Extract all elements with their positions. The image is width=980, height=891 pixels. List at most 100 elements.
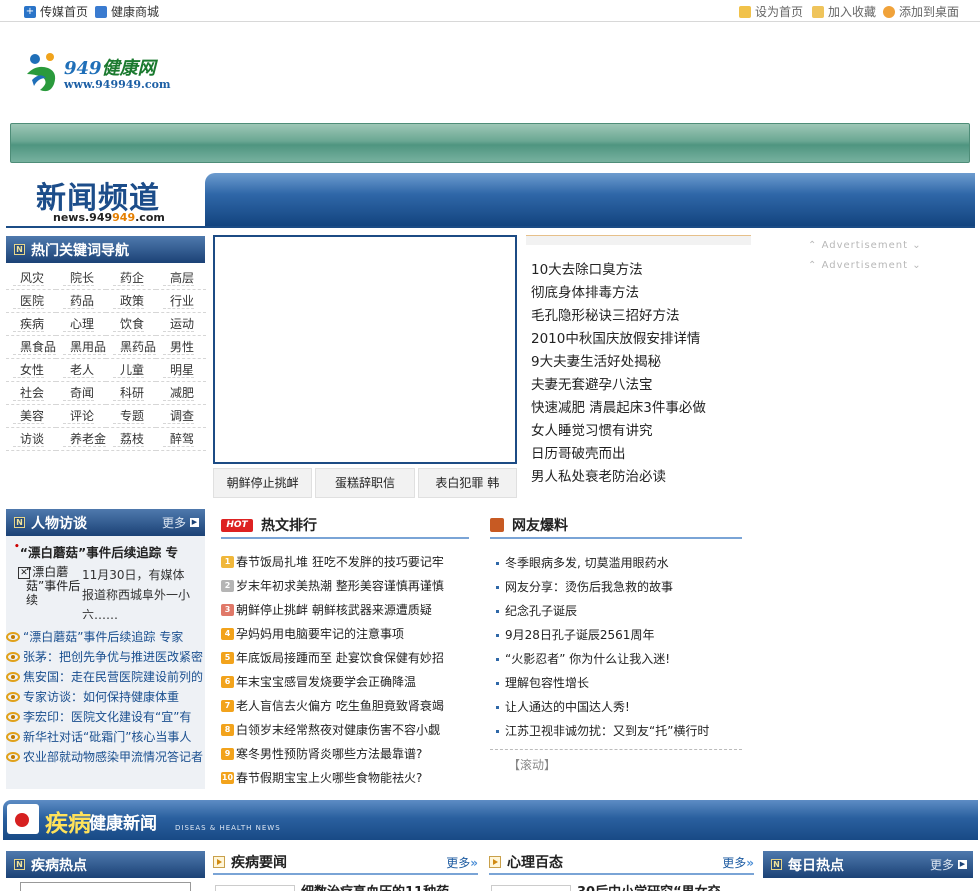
- keyword-link-text: 饮食: [113, 317, 145, 332]
- scroll-link[interactable]: 【滚动】: [508, 756, 742, 773]
- headline-item[interactable]: 日历哥破壳而出: [526, 443, 751, 466]
- people-list-item[interactable]: 专家访谈：如何保持健康体重: [6, 687, 205, 707]
- headline-item-text: 日历哥破壳而出: [531, 446, 626, 462]
- keyword-link[interactable]: 老人: [56, 359, 106, 382]
- keyword-link[interactable]: 醉驾: [156, 428, 206, 451]
- rank-icon: 10: [221, 772, 234, 784]
- daily-hot-more-link[interactable]: 更多 ▶: [930, 856, 967, 873]
- add-desktop-link[interactable]: 添加到桌面: [883, 3, 959, 20]
- headline-item[interactable]: 毛孔隐形秘诀三招好方法: [526, 305, 751, 328]
- keyword-link[interactable]: 专题: [106, 405, 156, 428]
- netizen-item[interactable]: “火影忍者” 你为什么让我入迷!: [490, 647, 742, 671]
- top-link-media-home[interactable]: + 传媒首页: [24, 3, 88, 20]
- keyword-link[interactable]: 男性: [156, 336, 206, 359]
- headline-item[interactable]: 女人睡觉习惯有讲究: [526, 420, 751, 443]
- psychology-thumb[interactable]: [491, 885, 571, 891]
- hot-ranking-item[interactable]: 10 春节假期宝宝上火哪些食物能祛火?: [221, 766, 469, 790]
- feature-thumb-2[interactable]: 蛋糕辞职信: [315, 468, 415, 498]
- feature-image[interactable]: [213, 235, 517, 464]
- people-list-item[interactable]: 李宏印：医院文化建设有“宜”有: [6, 707, 205, 727]
- headline-item[interactable]: 彻底身体排毒方法: [526, 282, 751, 305]
- keyword-link[interactable]: 调查: [156, 405, 206, 428]
- hot-ranking-item[interactable]: 6 年末宝宝感冒发烧要学会正确降温: [221, 670, 469, 694]
- rank-icon: 1: [221, 556, 234, 568]
- set-homepage-link[interactable]: 设为首页: [739, 3, 803, 20]
- keyword-link[interactable]: 黑食品: [6, 336, 57, 359]
- add-favorite-link[interactable]: 加入收藏: [812, 3, 876, 20]
- keyword-link[interactable]: 高层: [156, 267, 206, 290]
- keyword-link[interactable]: 风灾: [6, 267, 56, 290]
- top-link-health-mall[interactable]: 健康商城: [95, 3, 159, 20]
- keyword-link-text: 美容: [13, 409, 45, 424]
- channel-logo[interactable]: 新闻频道 news.949949.com: [6, 173, 202, 227]
- keyword-link[interactable]: 科研: [106, 382, 156, 405]
- netizen-item[interactable]: 让人通达的中国达人秀!: [490, 695, 742, 719]
- headline-item[interactable]: 快速减肥 清晨起床3件事必做: [526, 397, 751, 420]
- people-list-item[interactable]: “漂白蘑菇”事件后续追踪 专家: [6, 627, 205, 647]
- keyword-link[interactable]: 运动: [156, 313, 206, 336]
- keyword-link[interactable]: 药企: [106, 267, 156, 290]
- netizen-item[interactable]: 江苏卫视非诚勿扰：又到友“托”横行时: [490, 719, 742, 743]
- ad-slot-2[interactable]: ⌃ Advertisement ⌄: [808, 260, 922, 271]
- people-lead-title[interactable]: •“漂白蘑菇”事件后续追踪 专: [6, 536, 205, 561]
- headline-item[interactable]: 2010中秋国庆放假安排详情: [526, 328, 751, 351]
- people-lead-image[interactable]: ✕ “漂白蘑菇”事件后续: [14, 565, 82, 619]
- keyword-link[interactable]: 心理: [56, 313, 106, 336]
- disease-hot-image[interactable]: [20, 882, 191, 891]
- disease-news-more-link[interactable]: 更多»: [446, 854, 478, 871]
- netizen-item-text: “火影忍者” 你为什么让我入迷!: [505, 652, 671, 666]
- keyword-link[interactable]: 黑用品: [56, 336, 107, 359]
- site-logo[interactable]: 949健康网 www.949949.com: [24, 48, 194, 98]
- keyword-link[interactable]: 明星: [156, 359, 206, 382]
- netizen-item[interactable]: 纪念孔子诞辰: [490, 599, 742, 623]
- feature-thumb-3[interactable]: 表白犯罪 韩: [417, 468, 517, 498]
- hot-ranking-item[interactable]: 2 岁末年初求美热潮 整形美容谨慎再谨慎: [221, 574, 469, 598]
- keyword-link[interactable]: 药品: [56, 290, 106, 313]
- keyword-link[interactable]: 美容: [6, 405, 56, 428]
- feature-thumb-1[interactable]: 朝鲜停止挑衅: [213, 468, 313, 498]
- people-more-link[interactable]: 更多 ▶: [162, 514, 199, 531]
- hot-ranking-item[interactable]: 9 寒冬男性预防肾炎哪些方法最靠谱?: [221, 742, 469, 766]
- hot-ranking-item[interactable]: 3 朝鲜停止挑衅 朝鲜核武器来源遭质疑: [221, 598, 469, 622]
- keyword-link[interactable]: 院长: [56, 267, 106, 290]
- headline-item[interactable]: 夫妻无套避孕八法宝: [526, 374, 751, 397]
- keyword-link[interactable]: 儿童: [106, 359, 156, 382]
- keyword-link[interactable]: 荔枝: [106, 428, 156, 451]
- people-list-item[interactable]: 焦安国：走在民营医院建设前列的: [6, 667, 205, 687]
- hot-ranking-item[interactable]: 5 年底饭局接踵而至 赴宴饮食保健有妙招: [221, 646, 469, 670]
- keyword-link[interactable]: 访谈: [6, 428, 56, 451]
- hot-ranking-item[interactable]: 8 白领岁末经常熬夜对健康伤害不容小觑: [221, 718, 469, 742]
- netizen-item[interactable]: 9月28日孔子诞辰2561周年: [490, 623, 742, 647]
- keyword-link[interactable]: 社会: [6, 382, 56, 405]
- keyword-link[interactable]: 奇闻: [56, 382, 106, 405]
- psychology-more-link[interactable]: 更多»: [722, 854, 754, 871]
- psychology-first-title[interactable]: 30后中小学研究“男女交: [577, 881, 721, 891]
- keyword-link[interactable]: 政策: [106, 290, 156, 313]
- disease-news-thumb[interactable]: [215, 885, 295, 891]
- keyword-link[interactable]: 医院: [6, 290, 56, 313]
- hot-ranking-item[interactable]: 4 孕妈妈用电脑要牢记的注意事项: [221, 622, 469, 646]
- ad-label: Advertisement: [821, 260, 908, 271]
- headline-item[interactable]: 10大去除口臭方法: [526, 259, 751, 282]
- keyword-link[interactable]: 减肥: [156, 382, 206, 405]
- people-list-item[interactable]: 张茅：把创先争优与推进医改紧密: [6, 647, 205, 667]
- keyword-link[interactable]: 疾病: [6, 313, 56, 336]
- people-list-item[interactable]: 新华社对话“砒霜门”核心当事人: [6, 727, 205, 747]
- keyword-link[interactable]: 评论: [56, 405, 106, 428]
- headline-item[interactable]: 9大夫妻生活好处揭秘: [526, 351, 751, 374]
- keyword-link-text: 黑药品: [113, 340, 157, 355]
- hot-ranking-item[interactable]: 1 春节饭局扎堆 狂吃不发胖的技巧要记牢: [221, 550, 469, 574]
- netizen-item[interactable]: 网友分享：烫伤后我急救的故事: [490, 575, 742, 599]
- ad-slot-1[interactable]: ⌃ Advertisement ⌄: [808, 240, 922, 251]
- keyword-link[interactable]: 女性: [6, 359, 56, 382]
- keyword-link[interactable]: 黑药品: [106, 336, 157, 359]
- keyword-link[interactable]: 养老金: [56, 428, 107, 451]
- netizen-item[interactable]: 理解包容性增长: [490, 671, 742, 695]
- headline-item[interactable]: 男人私处衰老防治必读: [526, 466, 751, 489]
- disease-news-first-title[interactable]: 细数治疗高血压的11种药: [301, 881, 449, 891]
- keyword-link[interactable]: 饮食: [106, 313, 156, 336]
- netizen-item[interactable]: 冬季眼病多发, 切莫滥用眼药水: [490, 551, 742, 575]
- people-list-item[interactable]: 农业部就动物感染甲流情况答记者: [6, 747, 205, 767]
- hot-ranking-item[interactable]: 7 老人盲信去火偏方 吃生鱼胆竟致肾衰竭: [221, 694, 469, 718]
- keyword-link[interactable]: 行业: [156, 290, 206, 313]
